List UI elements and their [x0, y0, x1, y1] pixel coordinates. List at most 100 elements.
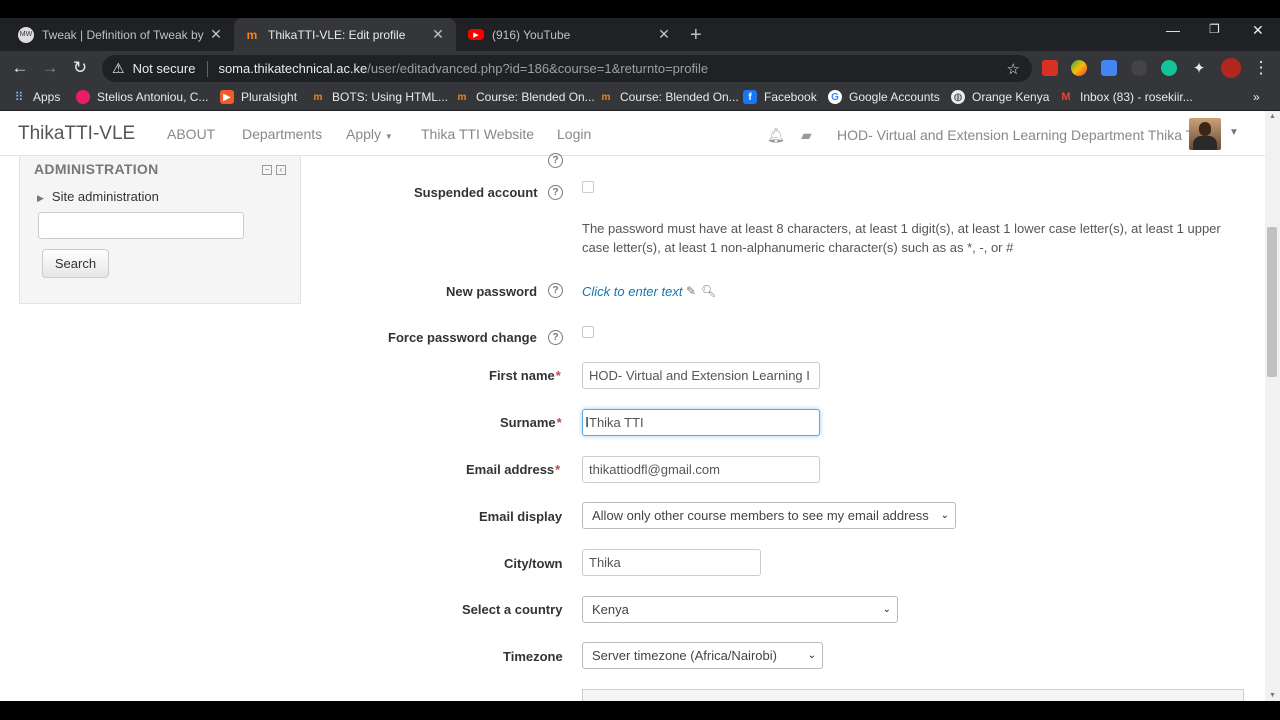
- reveal-password-icon[interactable]: 🔍︎: [701, 284, 716, 298]
- scroll-down-icon[interactable]: ▼: [1269, 692, 1276, 699]
- bookmark-label: Inbox (83) - rosekiir...: [1080, 90, 1193, 104]
- select-value: Kenya: [592, 602, 629, 617]
- bookmark-item[interactable]: m Course: Blended On...: [599, 90, 739, 104]
- close-icon[interactable]: ✕: [656, 26, 672, 43]
- new-tab-icon[interactable]: +: [690, 24, 702, 47]
- email-display-select[interactable]: Allow only other course members to see m…: [582, 502, 956, 529]
- grammarly-icon[interactable]: [1161, 60, 1177, 76]
- moodle-icon: m: [601, 91, 611, 103]
- caret-down-icon: ▼: [384, 132, 393, 141]
- city-town-label: City/town: [504, 556, 563, 571]
- surname-label: Surname*: [500, 415, 562, 430]
- nav-login[interactable]: Login: [557, 126, 591, 142]
- help-icon[interactable]: ?: [548, 185, 563, 200]
- scrollbar-thumb[interactable]: [1267, 227, 1277, 377]
- nav-apply[interactable]: Apply ▼: [346, 126, 393, 142]
- site-navbar: ThikaTTI-VLE ABOUT Departments Apply ▼ T…: [0, 111, 1265, 156]
- message-icon[interactable]: ▰: [801, 127, 812, 144]
- tree-label: Site administration: [51, 189, 159, 204]
- bookmark-item[interactable]: ◍ Orange Kenya: [951, 90, 1049, 104]
- bookmark-item[interactable]: G Google Accounts: [828, 90, 940, 104]
- moodle-icon: m: [313, 91, 323, 103]
- email-display-label: Email display: [479, 509, 563, 524]
- window-close-icon[interactable]: ✕: [1252, 22, 1264, 39]
- bookmark-item[interactable]: m BOTS: Using HTML...: [311, 90, 448, 104]
- surname-input[interactable]: Thika TTI: [582, 409, 820, 436]
- timezone-select[interactable]: Server timezone (Africa/Nairobi) ⌄: [582, 642, 823, 669]
- warning-icon: ⚠: [112, 60, 125, 76]
- page-scrollbar[interactable]: ▲ ▼: [1265, 111, 1280, 701]
- bookmark-label: Stelios Antoniou, C...: [97, 90, 209, 104]
- more-bookmarks-icon[interactable]: »: [1253, 90, 1260, 104]
- bookmark-label: Facebook: [764, 90, 817, 104]
- user-name[interactable]: HOD- Virtual and Extension Learning Depa…: [837, 127, 1207, 143]
- site-brand[interactable]: ThikaTTI-VLE: [18, 123, 135, 145]
- search-button[interactable]: Search: [42, 249, 109, 278]
- extension-icon[interactable]: [1071, 60, 1087, 76]
- extension-icon[interactable]: [1101, 60, 1117, 76]
- nav-departments[interactable]: Departments: [242, 126, 322, 142]
- bookmark-item[interactable]: m Course: Blended On...: [455, 90, 595, 104]
- url-host: soma.thikatechnical.ac.ke: [218, 61, 368, 76]
- youtube-icon: ▶: [468, 29, 484, 40]
- admin-search-input[interactable]: [38, 212, 244, 239]
- os-top-bar: [0, 0, 1280, 18]
- force-password-change-label: Force password change: [388, 330, 537, 345]
- suspended-account-checkbox[interactable]: [582, 181, 594, 193]
- bookmark-label: Course: Blended On...: [476, 90, 595, 104]
- new-password-edit-link[interactable]: Click to enter text: [582, 284, 682, 299]
- browser-tab-active[interactable]: m ThikaTTI-VLE: Edit profile ✕: [234, 18, 456, 51]
- help-icon[interactable]: ?: [548, 283, 563, 298]
- help-icon[interactable]: ?: [548, 330, 563, 345]
- dock-icon[interactable]: ‹: [276, 165, 286, 175]
- email-address-label: Email address*: [466, 462, 560, 477]
- bookmark-item[interactable]: f Facebook: [743, 90, 817, 104]
- extension-icon[interactable]: [1131, 60, 1147, 76]
- close-icon[interactable]: ✕: [208, 26, 224, 43]
- first-name-label: First name*: [489, 368, 561, 383]
- collapse-icon[interactable]: −: [262, 165, 272, 175]
- select-country-label: Select a country: [462, 602, 563, 617]
- tab-title: (916) YouTube: [492, 27, 571, 42]
- minimize-icon[interactable]: —: [1166, 22, 1180, 38]
- restore-icon[interactable]: ❐: [1209, 22, 1220, 36]
- avatar[interactable]: [1189, 118, 1221, 150]
- scroll-up-icon[interactable]: ▲: [1269, 113, 1276, 120]
- profile-avatar-icon[interactable]: [1221, 58, 1241, 78]
- site-administration-node[interactable]: ▶ Site administration: [37, 189, 159, 204]
- moodle-icon: m: [457, 91, 467, 103]
- puzzle-icon[interactable]: ✦: [1188, 57, 1210, 79]
- close-icon[interactable]: ✕: [430, 26, 446, 43]
- acrobat-extension-icon[interactable]: [1042, 60, 1058, 76]
- first-name-input[interactable]: HOD- Virtual and Extension Learning I: [582, 362, 820, 389]
- bookmark-item[interactable]: Stelios Antoniou, C...: [76, 90, 208, 104]
- user-menu-caret-icon[interactable]: ▼: [1229, 127, 1239, 138]
- kebab-menu-icon[interactable]: ⋮: [1250, 57, 1272, 79]
- pencil-icon[interactable]: ✎: [686, 284, 696, 298]
- country-select[interactable]: Kenya ⌄: [582, 596, 898, 623]
- tab-title: ThikaTTI-VLE: Edit profile: [268, 27, 406, 42]
- reload-icon[interactable]: ↻: [69, 57, 91, 79]
- label-text: First name: [489, 368, 555, 383]
- forward-arrow-icon[interactable]: →: [39, 57, 61, 79]
- nav-thika-tti-website[interactable]: Thika TTI Website: [421, 126, 534, 142]
- chevron-down-icon: ⌄: [882, 604, 891, 615]
- avatar-head: [1199, 122, 1211, 136]
- browser-tab[interactable]: ▶ (916) YouTube ✕: [458, 18, 682, 51]
- bookmark-item[interactable]: M Inbox (83) - rosekiir...: [1059, 90, 1193, 104]
- address-bar[interactable]: ⚠ Not secure soma.thikatechnical.ac.ke /…: [102, 55, 1032, 82]
- city-town-input[interactable]: Thika: [582, 549, 761, 576]
- description-editor-toolbar[interactable]: [582, 689, 1244, 701]
- bell-icon[interactable]: 🔔︎: [767, 127, 785, 144]
- browser-tab[interactable]: MW Tweak | Definition of Tweak by M ✕: [8, 18, 234, 51]
- back-arrow-icon[interactable]: ←: [9, 57, 31, 79]
- force-password-change-checkbox[interactable]: [582, 326, 594, 338]
- bookmark-apps[interactable]: ⠿ Apps: [12, 90, 61, 104]
- required-icon: *: [555, 462, 561, 477]
- email-field[interactable]: thikattiodfl@gmail.com: [582, 456, 820, 483]
- os-bottom-bar: [0, 701, 1280, 720]
- star-icon[interactable]: ☆: [1007, 60, 1020, 78]
- nav-about[interactable]: ABOUT: [167, 126, 215, 142]
- bookmark-item[interactable]: ▶ Pluralsight: [220, 90, 297, 104]
- help-icon[interactable]: ?: [548, 153, 563, 168]
